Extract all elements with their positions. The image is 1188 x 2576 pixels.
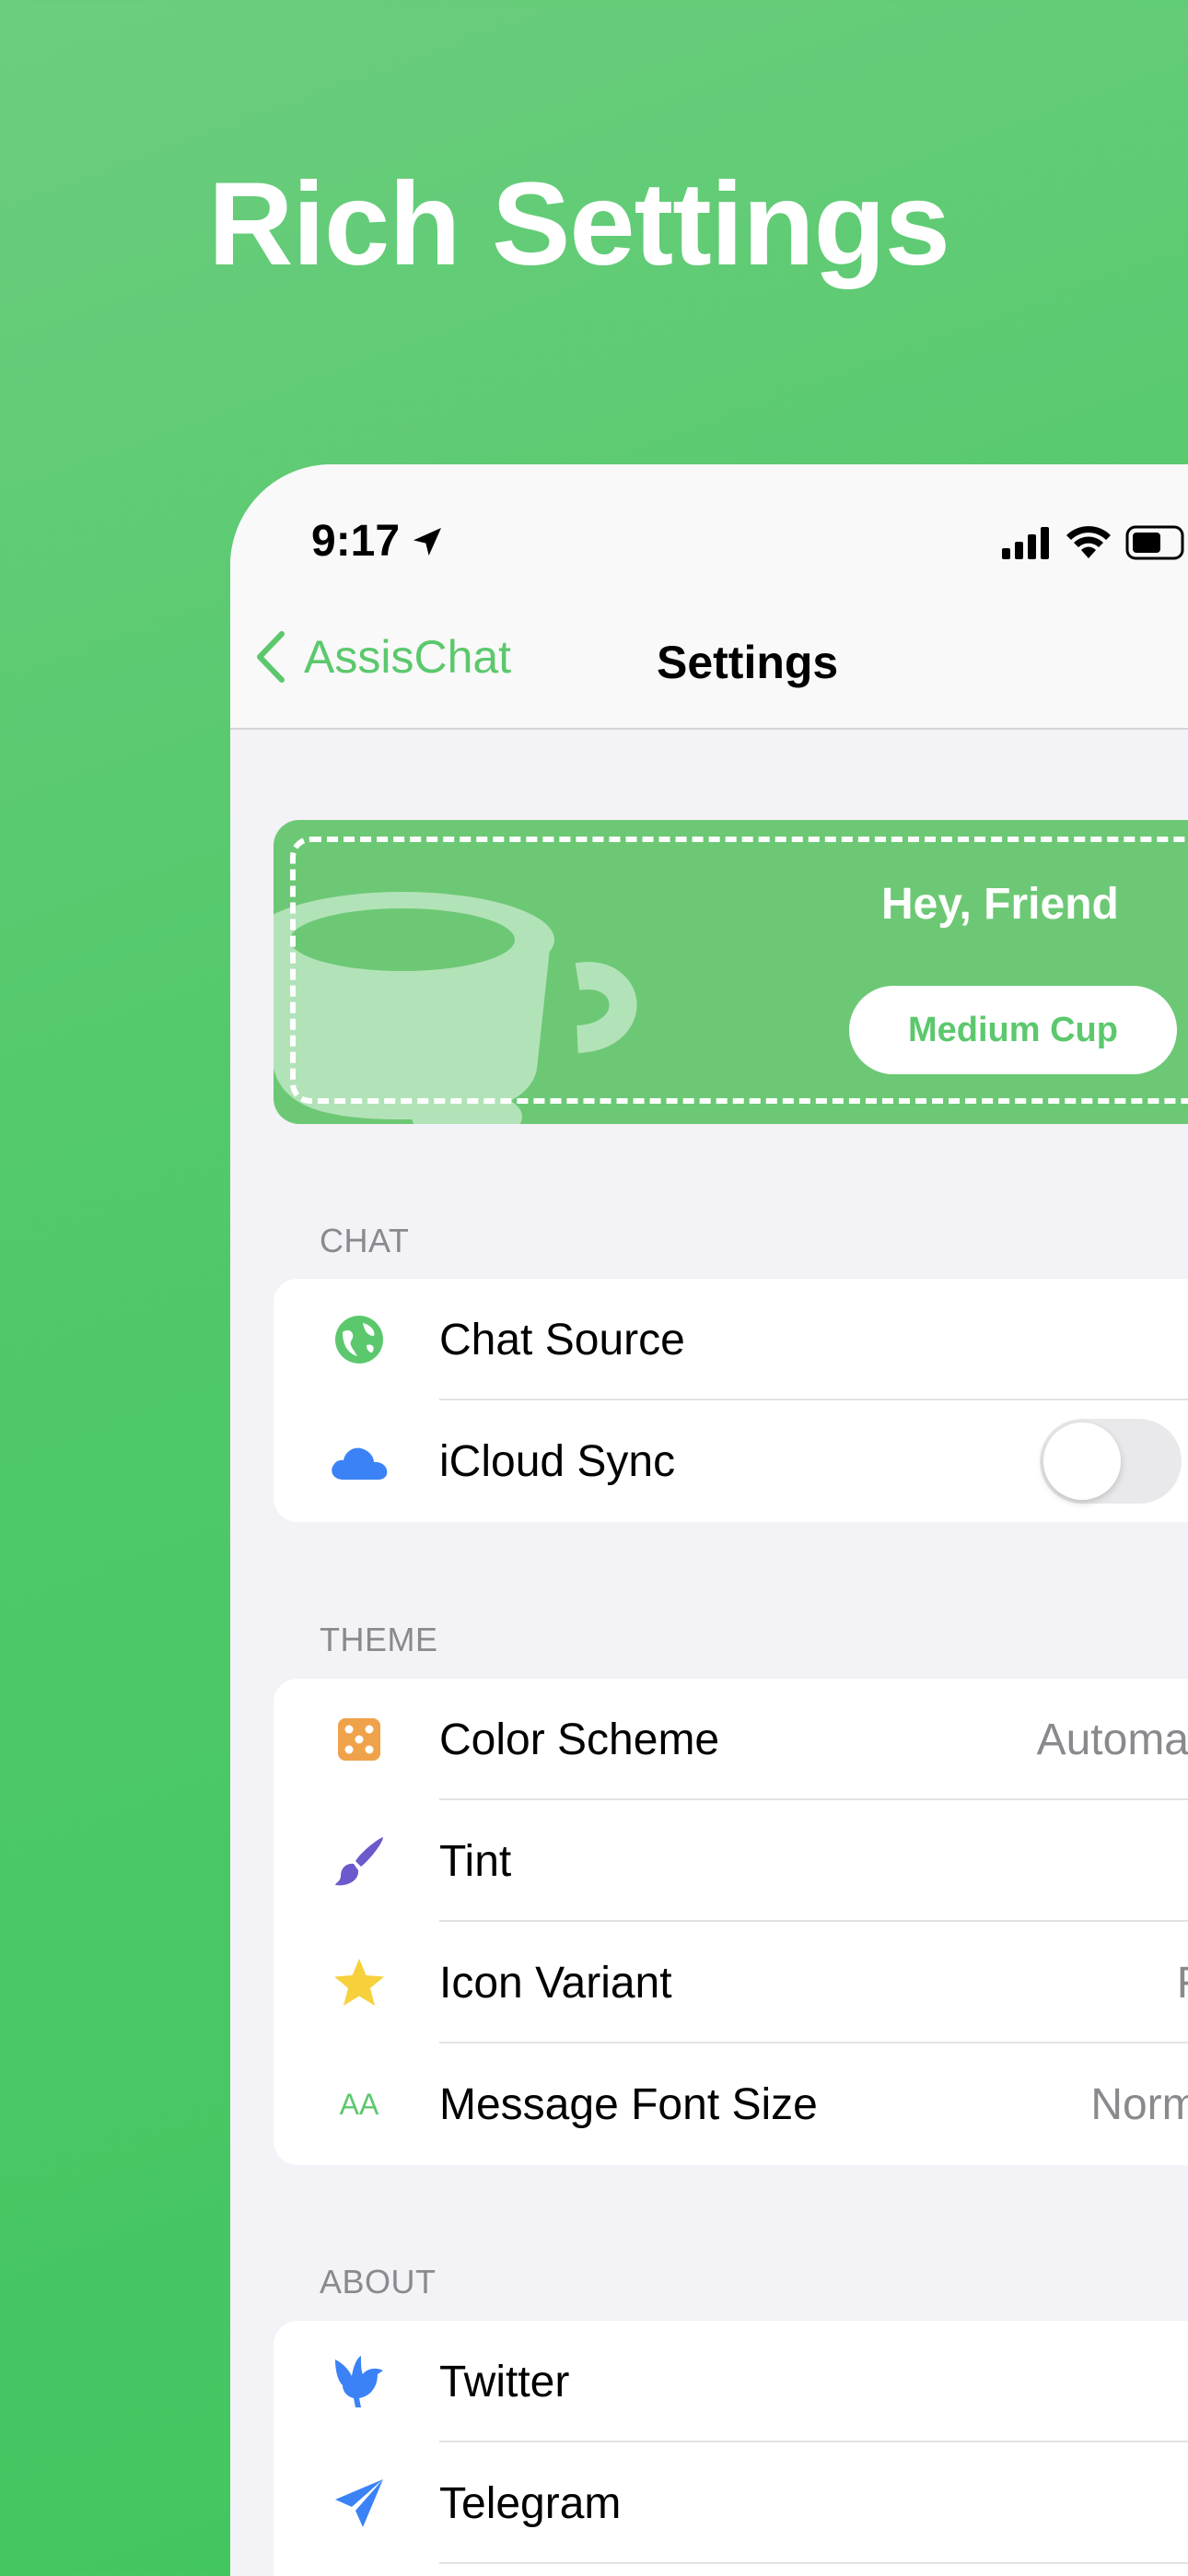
section-header-theme: THEME: [320, 1621, 438, 1658]
row-separator: [439, 2562, 1188, 2564]
dice-icon: [327, 1707, 391, 1772]
row-color-scheme[interactable]: Color Scheme Automatic: [274, 1679, 1188, 1800]
battery-icon: [1125, 525, 1184, 560]
row-label: Tint: [439, 1836, 512, 1886]
navigation-bar: AssisChat Settings: [230, 593, 1188, 730]
greeting-banner: Hey, Friend Medium Cup: [274, 820, 1188, 1124]
row-label: iCloud Sync: [439, 1436, 676, 1486]
page-title: Settings: [657, 637, 839, 688]
row-label: Message Font Size: [439, 2079, 818, 2129]
row-chat-source[interactable]: Chat Source: [274, 1279, 1188, 1400]
about-settings-group: Twitter Telegram: [274, 2321, 1188, 2576]
back-button-label: AssisChat: [304, 631, 512, 683]
location-arrow-icon: [413, 527, 442, 556]
headline: Rich Settings: [208, 158, 950, 290]
globe-icon: [327, 1307, 391, 1372]
status-time: 9:17: [311, 516, 446, 567]
row-label: Color Scheme: [439, 1715, 720, 1764]
theme-settings-group: Color Scheme Automatic Tint: [274, 1679, 1188, 2165]
row-label: Twitter: [439, 2357, 570, 2406]
row-label: Chat Source: [439, 1315, 685, 1364]
banner-greeting: Hey, Friend: [881, 880, 1119, 929]
textformat-icon-text: AA: [339, 2088, 379, 2121]
section-header-chat: CHAT: [320, 1222, 410, 1259]
bird-icon: [327, 2349, 391, 2414]
row-value: Fill: [1177, 1958, 1188, 2008]
wifi-icon: [1066, 526, 1111, 558]
row-value: Automatic: [1036, 1715, 1188, 1764]
icloud-sync-toggle[interactable]: [1040, 1419, 1182, 1504]
row-value: Normal: [1090, 2079, 1188, 2129]
star-icon: [327, 1950, 391, 2015]
row-icon-variant[interactable]: Icon Variant Fill: [274, 1922, 1188, 2043]
row-tint[interactable]: Tint: [274, 1800, 1188, 1922]
paintbrush-icon: [327, 1829, 391, 1893]
section-header-about: ABOUT: [320, 2263, 437, 2301]
status-time-label: 9:17: [311, 517, 401, 566]
textformat-size-icon: AA: [327, 2072, 391, 2137]
status-icons: [1000, 525, 1188, 560]
row-label: Telegram: [439, 2478, 622, 2528]
back-button[interactable]: AssisChat: [254, 630, 511, 684]
status-bar: 9:17: [230, 464, 1188, 593]
row-telegram[interactable]: Telegram: [274, 2442, 1188, 2564]
paperplane-icon: [327, 2471, 391, 2535]
row-twitter[interactable]: Twitter: [274, 2321, 1188, 2442]
phone-screen: 9:17 AssisChat Settings Hey, Friend Medi…: [230, 464, 1188, 2576]
row-label: Icon Variant: [439, 1958, 672, 2008]
chevron-left-icon: [257, 631, 285, 683]
row-message-font-size[interactable]: AA Message Font Size Normal: [274, 2043, 1188, 2165]
toggle-knob: [1043, 1423, 1121, 1500]
cellular-signal-icon: [1002, 527, 1049, 559]
chat-settings-group: Chat Source iCloud Sync: [274, 1279, 1188, 1522]
row-icloud-sync: iCloud Sync: [274, 1400, 1188, 1522]
cloud-icon: [327, 1429, 391, 1493]
medium-cup-button[interactable]: Medium Cup: [849, 986, 1177, 1074]
